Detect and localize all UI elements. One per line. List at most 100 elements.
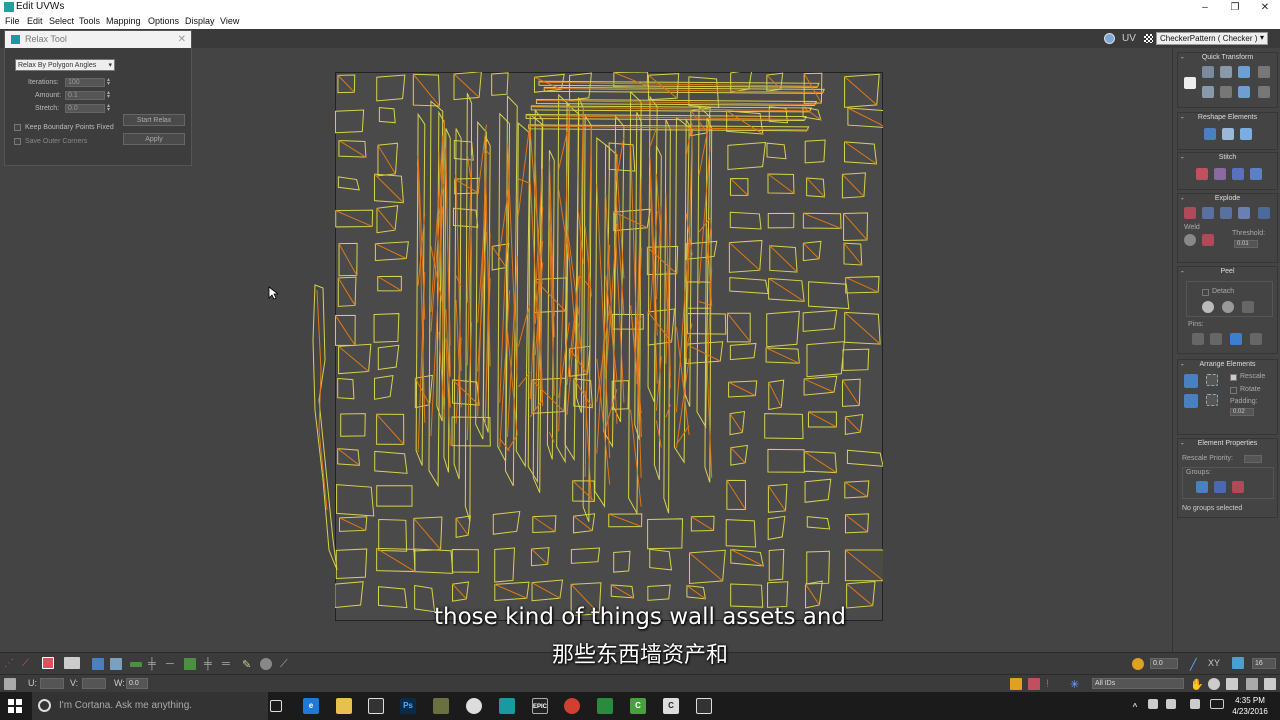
stitch-to-target-icon[interactable] xyxy=(1196,168,1208,180)
freeze-icon[interactable]: ! xyxy=(1046,678,1058,690)
detach-checkbox[interactable] xyxy=(1202,289,1209,296)
stitch-average-icon[interactable] xyxy=(1214,168,1226,180)
notifications-icon[interactable] xyxy=(1210,699,1224,709)
epic-launcher-icon[interactable]: EPIC xyxy=(532,698,548,714)
rescale-priority-field[interactable] xyxy=(1244,455,1262,463)
auto-pin-icon[interactable] xyxy=(1230,333,1242,345)
group-remove-icon[interactable] xyxy=(1232,481,1244,493)
pin-icon[interactable] xyxy=(1192,333,1204,345)
weld-selected-icon[interactable] xyxy=(1202,234,1214,246)
uv-shells[interactable] xyxy=(335,72,883,621)
globe-icon[interactable] xyxy=(1104,33,1115,44)
peel-mode-icon[interactable] xyxy=(1222,301,1234,313)
select-pins-icon[interactable] xyxy=(1250,333,1262,345)
v-field[interactable] xyxy=(82,678,106,689)
menu-select[interactable]: Select xyxy=(49,16,74,26)
group-select-icon[interactable] xyxy=(1196,481,1208,493)
reshape-title[interactable]: - Reshape Elements xyxy=(1178,113,1277,123)
windows-start-icon[interactable] xyxy=(8,699,22,713)
edge-browser-icon[interactable]: e xyxy=(303,698,319,714)
pan-hand-icon[interactable]: ✋ xyxy=(1190,678,1204,691)
zoom-selected-icon[interactable] xyxy=(1264,678,1276,690)
relax-icon[interactable] xyxy=(1222,128,1234,140)
filter-icon[interactable]: ✳ xyxy=(1070,678,1082,691)
quick-peel-icon[interactable] xyxy=(1202,301,1214,313)
align-horizontal-icon[interactable] xyxy=(1220,66,1232,78)
relax-until-flat-icon[interactable] xyxy=(1240,128,1252,140)
substance-icon[interactable] xyxy=(597,698,613,714)
file-explorer-icon[interactable] xyxy=(336,698,352,714)
save-outer-corners-checkbox[interactable] xyxy=(14,138,21,145)
tray-chevron-icon[interactable]: ^ xyxy=(1130,699,1140,715)
quick-transform-title[interactable]: - Quick Transform xyxy=(1178,53,1277,63)
rotate-ccw-icon[interactable] xyxy=(1238,86,1250,98)
texture-map-dropdown[interactable]: CheckerPattern ( Checker ) ▾ xyxy=(1156,32,1268,45)
stitch-custom-icon[interactable] xyxy=(1250,168,1262,180)
space-vertical-icon[interactable] xyxy=(1258,86,1270,98)
stretch-spinner[interactable]: ▴ ▾ xyxy=(107,103,112,113)
straighten-icon[interactable] xyxy=(1220,86,1232,98)
iterations-field[interactable]: 100 xyxy=(65,78,105,87)
close-icon[interactable]: ✕ xyxy=(178,31,186,48)
apply-button[interactable]: Apply xyxy=(123,133,185,145)
close-button[interactable]: ✕ xyxy=(1250,0,1280,15)
camtasia-icon[interactable]: C xyxy=(630,698,646,714)
menu-mapping[interactable]: Mapping xyxy=(106,16,141,26)
clock[interactable]: 4:35 PM 4/23/2016 xyxy=(1230,695,1270,717)
explode-material-icon[interactable] xyxy=(1238,207,1250,219)
iterations-spinner[interactable]: ▴ ▾ xyxy=(107,77,112,87)
straighten-selection-icon[interactable] xyxy=(1204,128,1216,140)
u-field[interactable] xyxy=(40,678,64,689)
stitch-to-source-icon[interactable] xyxy=(1232,168,1244,180)
peel-title[interactable]: - Peel xyxy=(1178,267,1277,277)
minimize-button[interactable]: – xyxy=(1190,0,1220,15)
align-vertical-icon[interactable] xyxy=(1202,66,1214,78)
task-view-icon[interactable] xyxy=(270,700,282,712)
group-add-icon[interactable] xyxy=(1214,481,1226,493)
hide-icon[interactable] xyxy=(1028,678,1040,690)
chrome-icon[interactable] xyxy=(564,698,580,714)
explode-polygons-icon[interactable] xyxy=(1202,207,1214,219)
align-left-icon[interactable] xyxy=(1202,86,1214,98)
explode-title[interactable]: - Explode xyxy=(1178,194,1277,204)
relax-mode-select[interactable]: Relax By Polygon Angles ▾ xyxy=(15,59,115,71)
amount-spinner[interactable]: ▴ ▾ xyxy=(107,90,112,100)
menu-display[interactable]: Display xyxy=(185,16,215,26)
menu-view[interactable]: View xyxy=(220,16,239,26)
stretch-field[interactable]: 0.0 xyxy=(65,104,105,113)
lock-icon[interactable] xyxy=(1010,678,1022,690)
unpin-icon[interactable] xyxy=(1210,333,1222,345)
zoom-region-icon[interactable] xyxy=(1226,678,1238,690)
reset-peel-icon[interactable] xyxy=(1242,301,1254,313)
volume-icon[interactable] xyxy=(1166,699,1176,709)
padding-field[interactable]: 0.02 xyxy=(1230,408,1254,416)
network-icon[interactable] xyxy=(1148,699,1158,709)
stitch-title[interactable]: - Stitch xyxy=(1178,153,1277,163)
flatten-icon[interactable] xyxy=(1258,207,1270,219)
space-horizontal-icon[interactable] xyxy=(1258,66,1270,78)
keep-boundary-checkbox[interactable] xyxy=(14,124,21,131)
menu-options[interactable]: Options xyxy=(148,16,179,26)
menu-file[interactable]: File xyxy=(5,16,20,26)
menu-edit[interactable]: Edit xyxy=(27,16,43,26)
keyboard-icon[interactable] xyxy=(1190,699,1200,709)
pack-custom-icon[interactable] xyxy=(1184,394,1198,408)
pack-normalize-icon[interactable] xyxy=(1184,374,1198,388)
rotate-cw-icon[interactable] xyxy=(1238,66,1250,78)
zoom-extents-icon[interactable] xyxy=(1246,678,1258,690)
store-icon[interactable] xyxy=(368,698,384,714)
absolute-mode-icon[interactable] xyxy=(4,678,16,690)
app-icon-generic[interactable] xyxy=(433,698,449,714)
uv-shell-outside[interactable] xyxy=(305,280,345,580)
w-field[interactable]: 0.0 xyxy=(126,678,148,689)
menu-tools[interactable]: Tools xyxy=(79,16,100,26)
pivot-icon[interactable] xyxy=(1184,77,1196,89)
uv-label[interactable]: UV xyxy=(1122,33,1136,44)
start-relax-button[interactable]: Start Relax xyxy=(123,114,185,126)
pack-together-icon[interactable] xyxy=(1206,374,1218,386)
maximize-button[interactable]: ❐ xyxy=(1220,0,1250,15)
threshold-field[interactable]: 0.01 xyxy=(1234,240,1258,248)
photoshop-icon[interactable]: Ps xyxy=(400,698,416,714)
cortana-search-box[interactable]: I'm Cortana. Ask me anything. xyxy=(32,692,268,720)
relax-tool-header[interactable]: Relax Tool ✕ xyxy=(5,31,191,48)
